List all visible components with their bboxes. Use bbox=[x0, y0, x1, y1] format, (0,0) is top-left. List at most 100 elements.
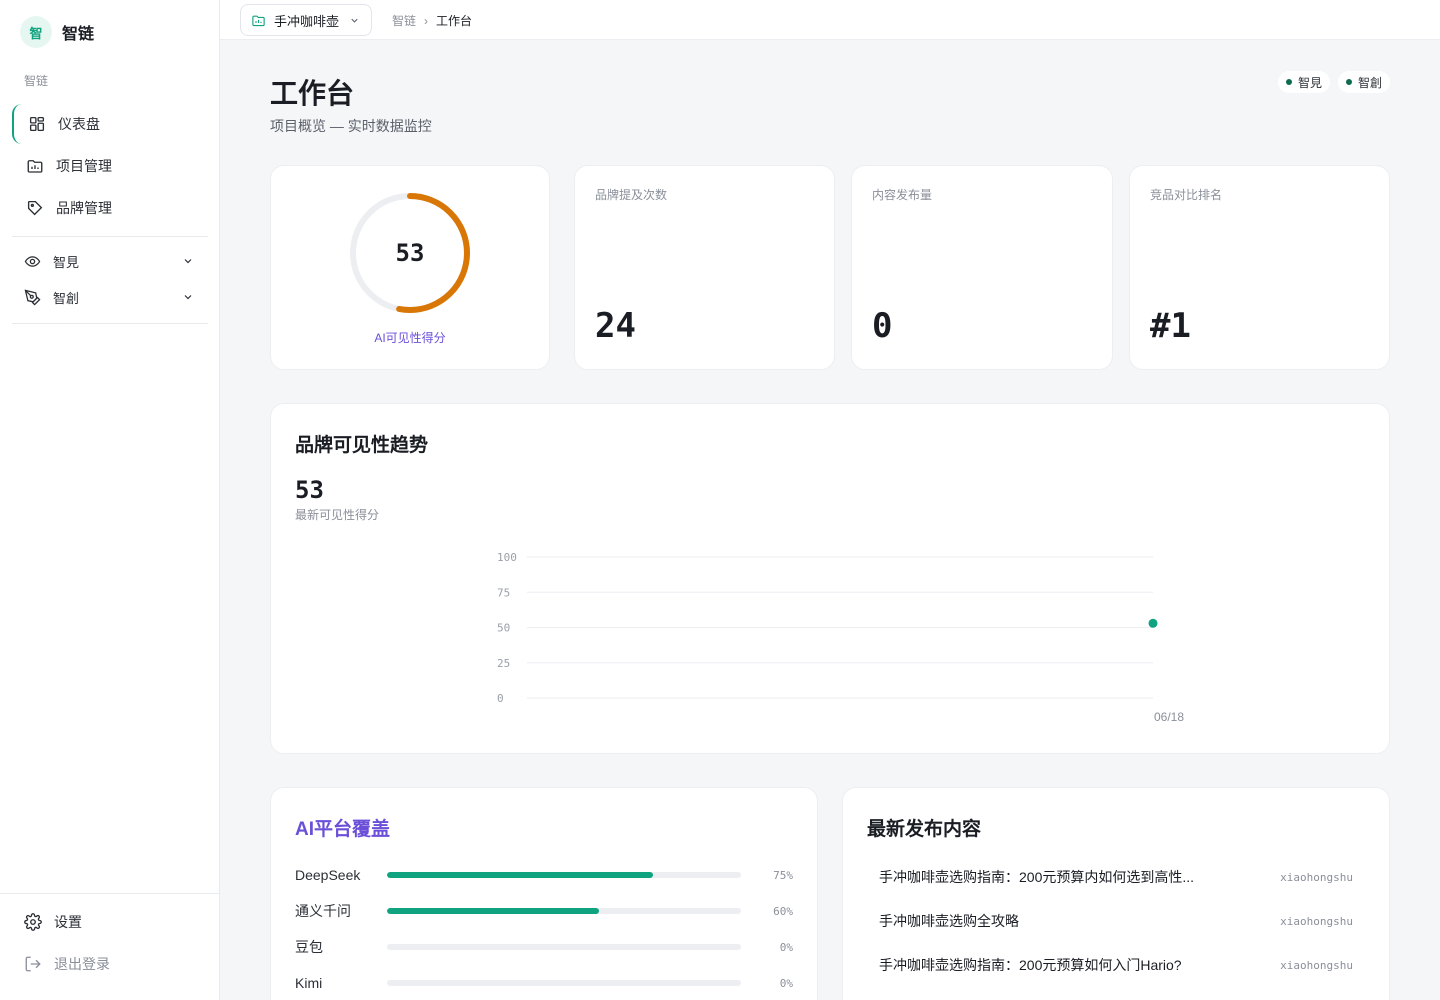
y-tick-label: 100 bbox=[497, 551, 517, 564]
platforms-card: AI平台覆盖 DeepSeek 75% 通义千问 60% 豆包 0% Kimi … bbox=[270, 787, 818, 1000]
sidebar-footer-divider bbox=[0, 893, 219, 894]
platform-name: DeepSeek bbox=[295, 867, 361, 883]
publish-row-source: xiaohongshu bbox=[1280, 870, 1353, 884]
data-point[interactable] bbox=[1148, 618, 1158, 628]
y-tick-label: 75 bbox=[497, 586, 510, 599]
tag-icon bbox=[27, 200, 43, 216]
chip-label: 智創 bbox=[1357, 75, 1382, 90]
x-tick-label: 06/18 bbox=[1154, 710, 1184, 724]
trend-card: 品牌可见性趋势 53 最新可见性得分 100 75 50 25 0 06/18 bbox=[270, 403, 1390, 754]
score-label: AI可见性得分 bbox=[374, 331, 446, 345]
publish-row[interactable]: 手冲咖啡壶选购指南：200元预算如何入门Hario? xiaohongshu bbox=[879, 955, 1353, 975]
stat-label: 内容发布量 bbox=[872, 188, 933, 202]
sidebar-divider bbox=[12, 236, 208, 237]
page-title: 工作台 bbox=[270, 78, 355, 109]
platform-name: 通义千问 bbox=[295, 903, 351, 919]
platform-row: 通义千问 60% bbox=[295, 901, 793, 921]
score-ring: 53 bbox=[347, 190, 473, 316]
gear-icon bbox=[24, 913, 42, 931]
platform-row: DeepSeek 75% bbox=[295, 865, 793, 885]
published-card: 内容发布量 0 bbox=[851, 165, 1113, 370]
y-tick-label: 25 bbox=[497, 657, 510, 670]
platform-row: 豆包 0% bbox=[295, 937, 793, 957]
platform-pct: 60% bbox=[773, 904, 793, 918]
chevron-down-icon bbox=[351, 18, 358, 23]
sidebar-group-zhichuang[interactable]: 智創 bbox=[12, 281, 208, 313]
dashboard-icon bbox=[29, 116, 45, 132]
project-select[interactable]: 手冲咖啡壶 bbox=[240, 4, 372, 36]
status-dot bbox=[1345, 79, 1352, 85]
platform-bar-fill bbox=[387, 872, 653, 878]
breadcrumb-current: 工作台 bbox=[436, 14, 473, 28]
platform-bar-fill bbox=[387, 908, 600, 914]
folder-chart-icon bbox=[27, 160, 43, 173]
folder-chart-icon bbox=[252, 15, 265, 26]
logout-icon bbox=[25, 956, 41, 972]
module-chips: 智見 智創 bbox=[1277, 71, 1390, 93]
logout-label: 退出登录 bbox=[54, 956, 110, 972]
sidebar-item-label: 项目管理 bbox=[56, 158, 112, 174]
chip-zhichuang[interactable]: 智創 bbox=[1337, 71, 1390, 93]
brand-name: 智链 bbox=[62, 26, 95, 43]
chevron-down-icon bbox=[184, 259, 192, 264]
breadcrumb-root[interactable]: 智链 bbox=[392, 12, 416, 29]
pen-tool-icon bbox=[24, 289, 41, 305]
score-value: 53 bbox=[395, 239, 425, 267]
chevron-down-icon bbox=[184, 295, 192, 300]
publish-card: 最新发布内容 手冲咖啡壶选购指南：200元预算内如何选到高性... xiaoho… bbox=[842, 787, 1390, 1000]
platform-row: Kimi 0% bbox=[295, 973, 793, 993]
settings-button[interactable]: 设置 bbox=[24, 912, 82, 932]
stat-value: 0 bbox=[872, 306, 893, 346]
y-tick-label: 0 bbox=[497, 692, 504, 705]
page-subtitle: 项目概览 — 实时数据监控 bbox=[270, 118, 432, 134]
publish-row[interactable]: 手冲咖啡壶选购全攻略 xiaohongshu bbox=[879, 911, 1353, 931]
stat-value: 24 bbox=[595, 306, 636, 346]
eye-icon bbox=[24, 255, 41, 267]
sidebar-divider bbox=[12, 323, 208, 324]
sidebar-nav: 仪表盘 项目管理 品牌管理 bbox=[12, 104, 208, 230]
sidebar-item-brands[interactable]: 品牌管理 bbox=[12, 188, 208, 228]
platforms-title: AI平台覆盖 bbox=[295, 819, 391, 840]
sidebar-item-label: 品牌管理 bbox=[56, 200, 112, 216]
publish-row-title: 手冲咖啡壶选购指南：200元预算内如何选到高性... bbox=[879, 869, 1195, 885]
logout-button[interactable]: 退出登录 bbox=[24, 954, 110, 974]
platform-name: 豆包 bbox=[295, 939, 323, 955]
platform-pct: 0% bbox=[779, 940, 793, 954]
sidebar-group-label: 智見 bbox=[53, 254, 80, 270]
breadcrumb: 智链 › 工作台 bbox=[392, 12, 472, 29]
publish-row-title: 手冲咖啡壶选购全攻略 bbox=[879, 913, 1019, 929]
publish-row-source: xiaohongshu bbox=[1280, 914, 1353, 928]
publish-title: 最新发布内容 bbox=[867, 819, 982, 840]
mentions-card: 品牌提及次数 24 bbox=[574, 165, 835, 370]
sidebar-group-zhijian[interactable]: 智見 bbox=[12, 245, 208, 277]
publish-row[interactable]: 手冲咖啡壶选购指南：200元预算内如何选到高性... xiaohongshu bbox=[879, 867, 1353, 887]
stat-label: 品牌提及次数 bbox=[595, 188, 668, 202]
sidebar-item-label: 仪表盘 bbox=[58, 116, 100, 132]
rank-card: 竞品对比排名 #1 bbox=[1129, 165, 1390, 370]
platform-pct: 75% bbox=[773, 868, 793, 882]
project-select-value: 手冲咖啡壶 bbox=[274, 13, 340, 29]
chip-label: 智見 bbox=[1297, 75, 1322, 90]
score-card: 53 AI可见性得分 bbox=[270, 165, 550, 370]
platform-bar bbox=[387, 872, 741, 878]
sidebar-item-dashboard[interactable]: 仪表盘 bbox=[12, 104, 208, 144]
sidebar: 智 智链 智链 仪表盘 项目管理 品牌管理 智見 智創 设置 退出登录 bbox=[0, 0, 220, 1000]
sidebar-group-label: 智創 bbox=[53, 290, 80, 306]
brand[interactable]: 智 智链 bbox=[20, 16, 94, 48]
platform-bar bbox=[387, 980, 741, 986]
publish-row-title: 手冲咖啡壶选购指南：200元预算如何入门Hario? bbox=[879, 957, 1182, 973]
topbar: 手冲咖啡壶 智链 › 工作台 bbox=[220, 0, 1440, 40]
settings-label: 设置 bbox=[54, 914, 82, 930]
brand-logo: 智 bbox=[20, 16, 52, 48]
platform-pct: 0% bbox=[779, 976, 793, 990]
chip-zhijian[interactable]: 智見 bbox=[1277, 71, 1330, 93]
publish-row-source: xiaohongshu bbox=[1280, 958, 1353, 972]
platform-name: Kimi bbox=[295, 975, 323, 991]
stat-value: #1 bbox=[1150, 306, 1191, 346]
stat-label: 竞品对比排名 bbox=[1150, 188, 1223, 202]
sidebar-item-projects[interactable]: 项目管理 bbox=[12, 146, 208, 186]
chevron-right-icon: › bbox=[424, 13, 429, 28]
sidebar-section-label: 智链 bbox=[24, 74, 49, 88]
trend-chart: 100 75 50 25 0 06/18 bbox=[497, 551, 1184, 724]
platform-bar bbox=[387, 908, 741, 914]
